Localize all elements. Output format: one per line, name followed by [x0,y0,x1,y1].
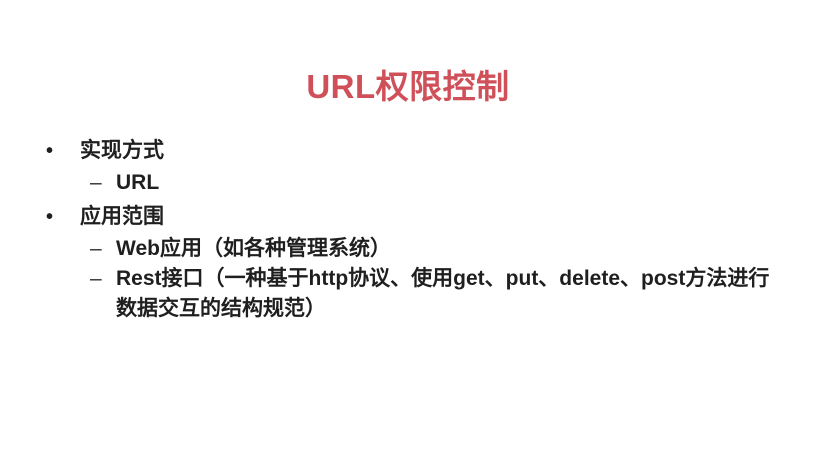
sub-bullet-list: – Web应用（如各种管理系统） – Rest接口（一种基于http协议、使用g… [80,234,786,324]
sub-bullet-list: – URL [80,168,786,198]
slide: URL权限控制 • 实现方式 – URL • 应用范围 – Web应用（如各种管… [0,0,816,468]
sub-bullet-item: – URL [80,168,786,198]
sub-bullet-text: Web应用（如各种管理系统） [116,237,391,260]
sub-bullet-marker: – [90,237,102,260]
sub-bullet-text: URL [116,171,160,194]
sub-bullet-item: – Web应用（如各种管理系统） [80,234,786,264]
bullet-marker: • [46,206,54,228]
sub-bullet-marker: – [90,267,102,290]
bullet-marker: • [46,140,54,162]
bullet-item-implementation: • 实现方式 – URL [46,136,786,198]
bullet-text: 实现方式 [80,139,164,162]
sub-bullet-marker: – [90,171,102,194]
bullet-item-scope: • 应用范围 – Web应用（如各种管理系统） – Rest接口（一种基于htt… [46,202,786,324]
bullet-text: 应用范围 [80,205,164,228]
slide-title: URL权限控制 [306,68,510,105]
bullet-list: • 实现方式 – URL • 应用范围 – Web应用（如各种管理系统） – R… [46,136,786,328]
sub-bullet-item: – Rest接口（一种基于http协议、使用get、put、delete、pos… [80,264,786,324]
sub-bullet-text: Rest接口（一种基于http协议、使用get、put、delete、post方… [116,267,770,320]
